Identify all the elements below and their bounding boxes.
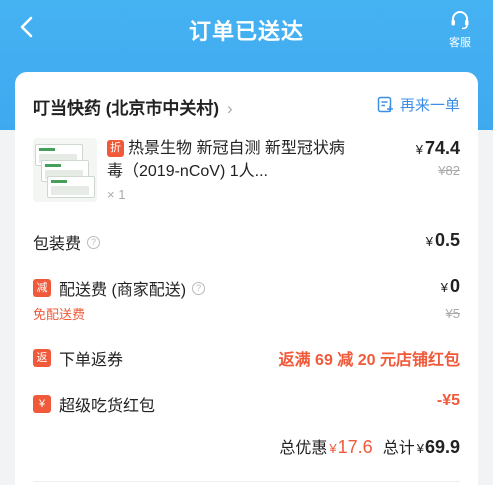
total-value: ¥69.9 [417, 437, 460, 458]
reorder-button[interactable]: 再来一单 [377, 94, 460, 115]
customer-service-button[interactable]: 客服 [445, 8, 475, 50]
packaging-fee-text: 包装费 [33, 236, 82, 253]
red-packet-tag: ¥ [33, 395, 51, 413]
shop-row: 叮当快药 (北京市中关村) › 再来一单 [33, 94, 460, 120]
delivery-fee-original: ¥5 [445, 306, 460, 321]
page-title: 订单已送达 [188, 19, 304, 44]
packaging-fee-row: 包装费 ? ¥0.5 [33, 230, 460, 256]
reduce-tag: 减 [33, 279, 51, 297]
product-price: ¥74.4 [416, 138, 460, 159]
total-discount-label: 总优惠 [279, 440, 328, 457]
chevron-right-icon[interactable]: › [227, 99, 233, 119]
rebate-value: 返满 69 减 20 元店铺红包 [278, 352, 460, 369]
headset-icon [451, 11, 469, 30]
red-packet-label: ¥ 超级吃货红包 [33, 392, 460, 416]
help-icon[interactable]: ? [87, 235, 101, 249]
rebate-row: 返 下单返券 返满 69 减 20 元店铺红包 [33, 346, 460, 372]
red-packet-text: 超级吃货红包 [59, 398, 156, 415]
free-delivery-note: 免配送费 [33, 307, 86, 322]
delivery-fee-value: ¥0 [441, 276, 460, 297]
divider [33, 481, 460, 482]
delivery-fee-text: 配送费 (商家配送) [59, 282, 187, 299]
product-name: 折热景生物 新冠自测 新型冠状病毒（2019-nCoV) 1人... [107, 137, 357, 183]
packaging-fee-label: 包装费 ? [33, 230, 460, 254]
product-quantity: × 1 [107, 187, 126, 202]
red-packet-row: ¥ 超级吃货红包 -¥5 [33, 392, 460, 418]
shop-name[interactable]: 叮当快药 (北京市中关村) [33, 99, 219, 118]
header: 订单已送达 客服 [0, 0, 493, 58]
packaging-fee-amount: 0.5 [434, 230, 460, 250]
total-discount-amount: 17.6 [337, 437, 373, 457]
order-summary: 总优惠 ¥17.6 总计 ¥69.9 [279, 434, 460, 458]
reorder-label: 再来一单 [399, 97, 460, 114]
customer-service-label: 客服 [449, 37, 471, 49]
currency-symbol: ¥ [440, 280, 448, 295]
delivery-fee-row: 减 配送费 (商家配送) ? 免配送费 ¥0 ¥5 [33, 276, 460, 324]
product-box [47, 176, 95, 198]
currency-symbol: ¥ [415, 142, 423, 157]
currency-symbol: ¥ [329, 441, 337, 456]
delivery-fee-label: 减 配送费 (商家配送) ? [33, 276, 460, 300]
currency-symbol: ¥ [416, 441, 424, 456]
rebate-text: 下单返券 [59, 352, 124, 369]
reorder-icon [377, 96, 393, 113]
red-packet-value: -¥5 [436, 392, 460, 409]
order-card: 叮当快药 (北京市中关村) › 再来一单 折热景生物 新冠自测 新型冠状病毒（20… [15, 72, 478, 485]
total-amount: 69.9 [424, 437, 460, 457]
total-label: 总计 [382, 440, 415, 457]
product-price-value: 74.4 [424, 138, 460, 158]
product-info[interactable]: 折热景生物 新冠自测 新型冠状病毒（2019-nCoV) 1人... × 1 [107, 137, 357, 202]
delivery-fee-amount: 0 [449, 276, 460, 296]
rebate-tag: 返 [33, 349, 51, 367]
packaging-fee-value: ¥0.5 [426, 230, 460, 251]
product-original-price: ¥82 [438, 163, 460, 178]
currency-symbol: ¥ [425, 234, 433, 249]
product-image[interactable] [33, 138, 97, 202]
discount-tag: 折 [107, 140, 124, 157]
product-price-column: ¥74.4 ¥82 [416, 138, 460, 178]
help-icon[interactable]: ? [192, 281, 206, 295]
total-discount-value: ¥17.6 [329, 437, 372, 458]
product-name-text: 热景生物 新冠自测 新型冠状病毒（2019-nCoV) 1人... [107, 140, 345, 180]
